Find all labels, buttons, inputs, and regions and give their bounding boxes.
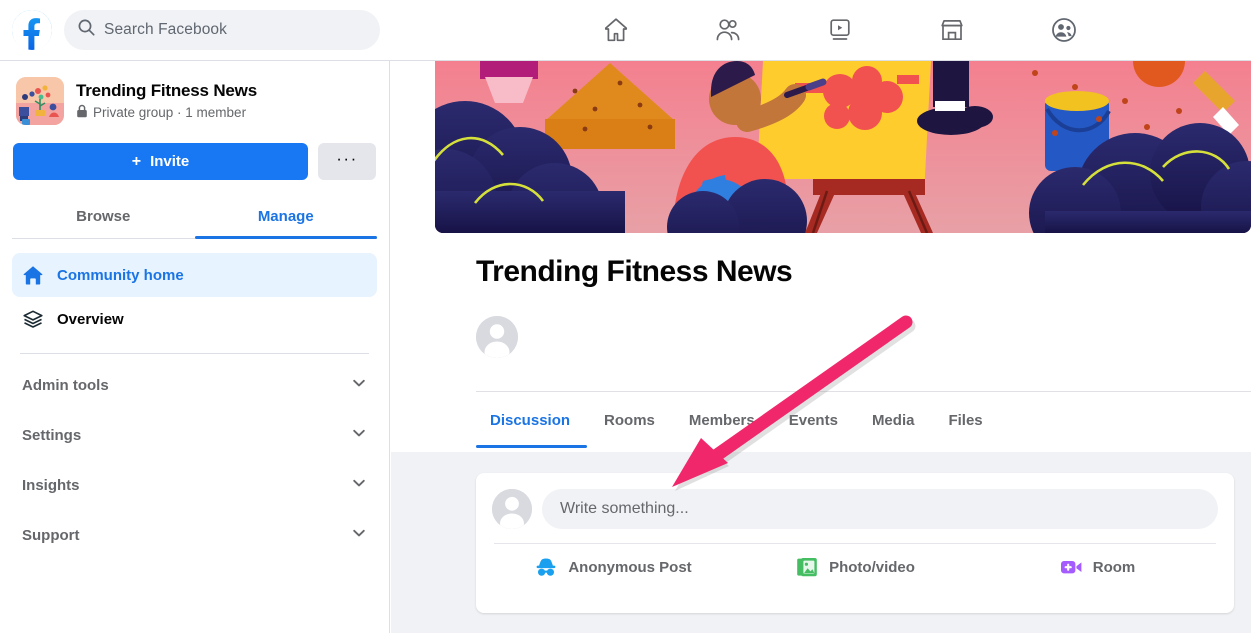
- sidebar-item-community-home-label: Community home: [57, 267, 184, 284]
- tab-browse[interactable]: Browse: [12, 194, 195, 238]
- nav-home-icon[interactable]: [560, 2, 672, 58]
- incognito-icon: [534, 555, 558, 579]
- photo-video-label: Photo/video: [829, 559, 915, 576]
- group-action-buttons: + Invite ···: [12, 143, 377, 180]
- search-input[interactable]: Search Facebook: [64, 10, 380, 50]
- tab-files-label: Files: [948, 412, 982, 429]
- write-something-input[interactable]: [542, 489, 1218, 529]
- tab-manage[interactable]: Manage: [195, 194, 378, 238]
- home-filled-icon: [22, 264, 44, 286]
- plus-icon: +: [132, 154, 141, 170]
- facebook-logo[interactable]: [12, 10, 52, 50]
- sidebar-accordion-support-label: Support: [22, 527, 80, 544]
- chevron-down-icon: [351, 425, 367, 446]
- nav-groups-icon[interactable]: [1008, 2, 1120, 58]
- sidebar-segmented-tabs: Browse Manage: [12, 194, 377, 239]
- chevron-down-icon: [351, 525, 367, 546]
- anonymous-post-button[interactable]: Anonymous Post: [492, 546, 734, 588]
- composer-divider: [494, 543, 1216, 544]
- group-meta: Trending Fitness News Private group · 1 …: [76, 81, 257, 121]
- invite-button[interactable]: + Invite: [13, 143, 308, 180]
- tab-rooms[interactable]: Rooms: [587, 392, 672, 448]
- composer-action-row: Anonymous Post Photo/vid: [492, 546, 1218, 588]
- tab-files[interactable]: Files: [931, 392, 999, 448]
- page-title: Trending Fitness News: [476, 255, 792, 289]
- tab-browse-label: Browse: [76, 208, 130, 225]
- tab-discussion[interactable]: Discussion: [476, 392, 587, 448]
- room-label: Room: [1093, 559, 1136, 576]
- sidebar-accordion-insights-label: Insights: [22, 477, 80, 494]
- nav-marketplace-icon[interactable]: [896, 2, 1008, 58]
- group-main-content: Trending Fitness News Discussion Rooms M…: [391, 61, 1251, 633]
- top-navigation-bar: Search Facebook: [0, 0, 1251, 61]
- photo-icon: [795, 555, 819, 579]
- sidebar-accordion-support[interactable]: Support: [12, 510, 377, 560]
- photo-video-button[interactable]: Photo/video: [734, 546, 976, 588]
- nav-watch-icon[interactable]: [784, 2, 896, 58]
- chevron-down-icon: [351, 375, 367, 396]
- top-nav-icon-group: [560, 0, 1120, 60]
- sidebar-accordion-admin-tools[interactable]: Admin tools: [12, 360, 377, 410]
- group-thumbnail-icon[interactable]: [16, 77, 64, 125]
- composer-input-row: [492, 489, 1218, 529]
- video-room-icon: [1059, 555, 1083, 579]
- more-options-button[interactable]: ···: [318, 143, 376, 180]
- facebook-group-page: Search Facebook: [0, 0, 1251, 633]
- composer-avatar[interactable]: [492, 489, 532, 529]
- tab-members-label: Members: [689, 412, 755, 429]
- group-sidebar: Trending Fitness News Private group · 1 …: [0, 61, 390, 633]
- lock-icon: [76, 104, 88, 121]
- tab-media[interactable]: Media: [855, 392, 932, 448]
- group-privacy-text: Private group · 1 member: [93, 105, 246, 120]
- sidebar-nav-list: Community home Overview: [12, 253, 377, 341]
- ellipsis-icon: ···: [336, 149, 357, 169]
- tab-events[interactable]: Events: [772, 392, 855, 448]
- sidebar-accordion-insights[interactable]: Insights: [12, 460, 377, 510]
- sidebar-item-overview-label: Overview: [57, 311, 124, 328]
- room-button[interactable]: Room: [976, 546, 1218, 588]
- tab-discussion-label: Discussion: [490, 412, 570, 429]
- tab-members[interactable]: Members: [672, 392, 772, 448]
- chevron-down-icon: [351, 475, 367, 496]
- group-cover-photo[interactable]: [435, 61, 1251, 233]
- group-privacy-meta: Private group · 1 member: [76, 104, 257, 121]
- nav-friends-icon[interactable]: [672, 2, 784, 58]
- group-name: Trending Fitness News: [76, 81, 257, 101]
- sidebar-divider: [20, 353, 369, 354]
- feed-area: Anonymous Post Photo/vid: [391, 452, 1251, 633]
- tab-manage-label: Manage: [258, 208, 314, 225]
- sidebar-accordion-admin-tools-label: Admin tools: [22, 377, 109, 394]
- tab-media-label: Media: [872, 412, 915, 429]
- invite-button-label: Invite: [150, 153, 189, 170]
- group-tabs: Discussion Rooms Members Events Media Fi…: [476, 392, 1000, 452]
- layers-icon: [22, 308, 44, 330]
- sidebar-accordion-list: Admin tools Settings Insights Support: [12, 360, 377, 560]
- member-avatar[interactable]: [476, 316, 518, 358]
- sidebar-accordion-settings[interactable]: Settings: [12, 410, 377, 460]
- sidebar-item-overview[interactable]: Overview: [12, 297, 377, 341]
- sidebar-accordion-settings-label: Settings: [22, 427, 81, 444]
- search-placeholder-text: Search Facebook: [104, 21, 227, 39]
- tab-rooms-label: Rooms: [604, 412, 655, 429]
- group-header: Trending Fitness News Private group · 1 …: [12, 77, 377, 125]
- post-composer: Anonymous Post Photo/vid: [476, 473, 1234, 613]
- sidebar-item-community-home[interactable]: Community home: [12, 253, 377, 297]
- tab-events-label: Events: [789, 412, 838, 429]
- search-icon: [78, 19, 95, 41]
- anonymous-post-label: Anonymous Post: [568, 559, 691, 576]
